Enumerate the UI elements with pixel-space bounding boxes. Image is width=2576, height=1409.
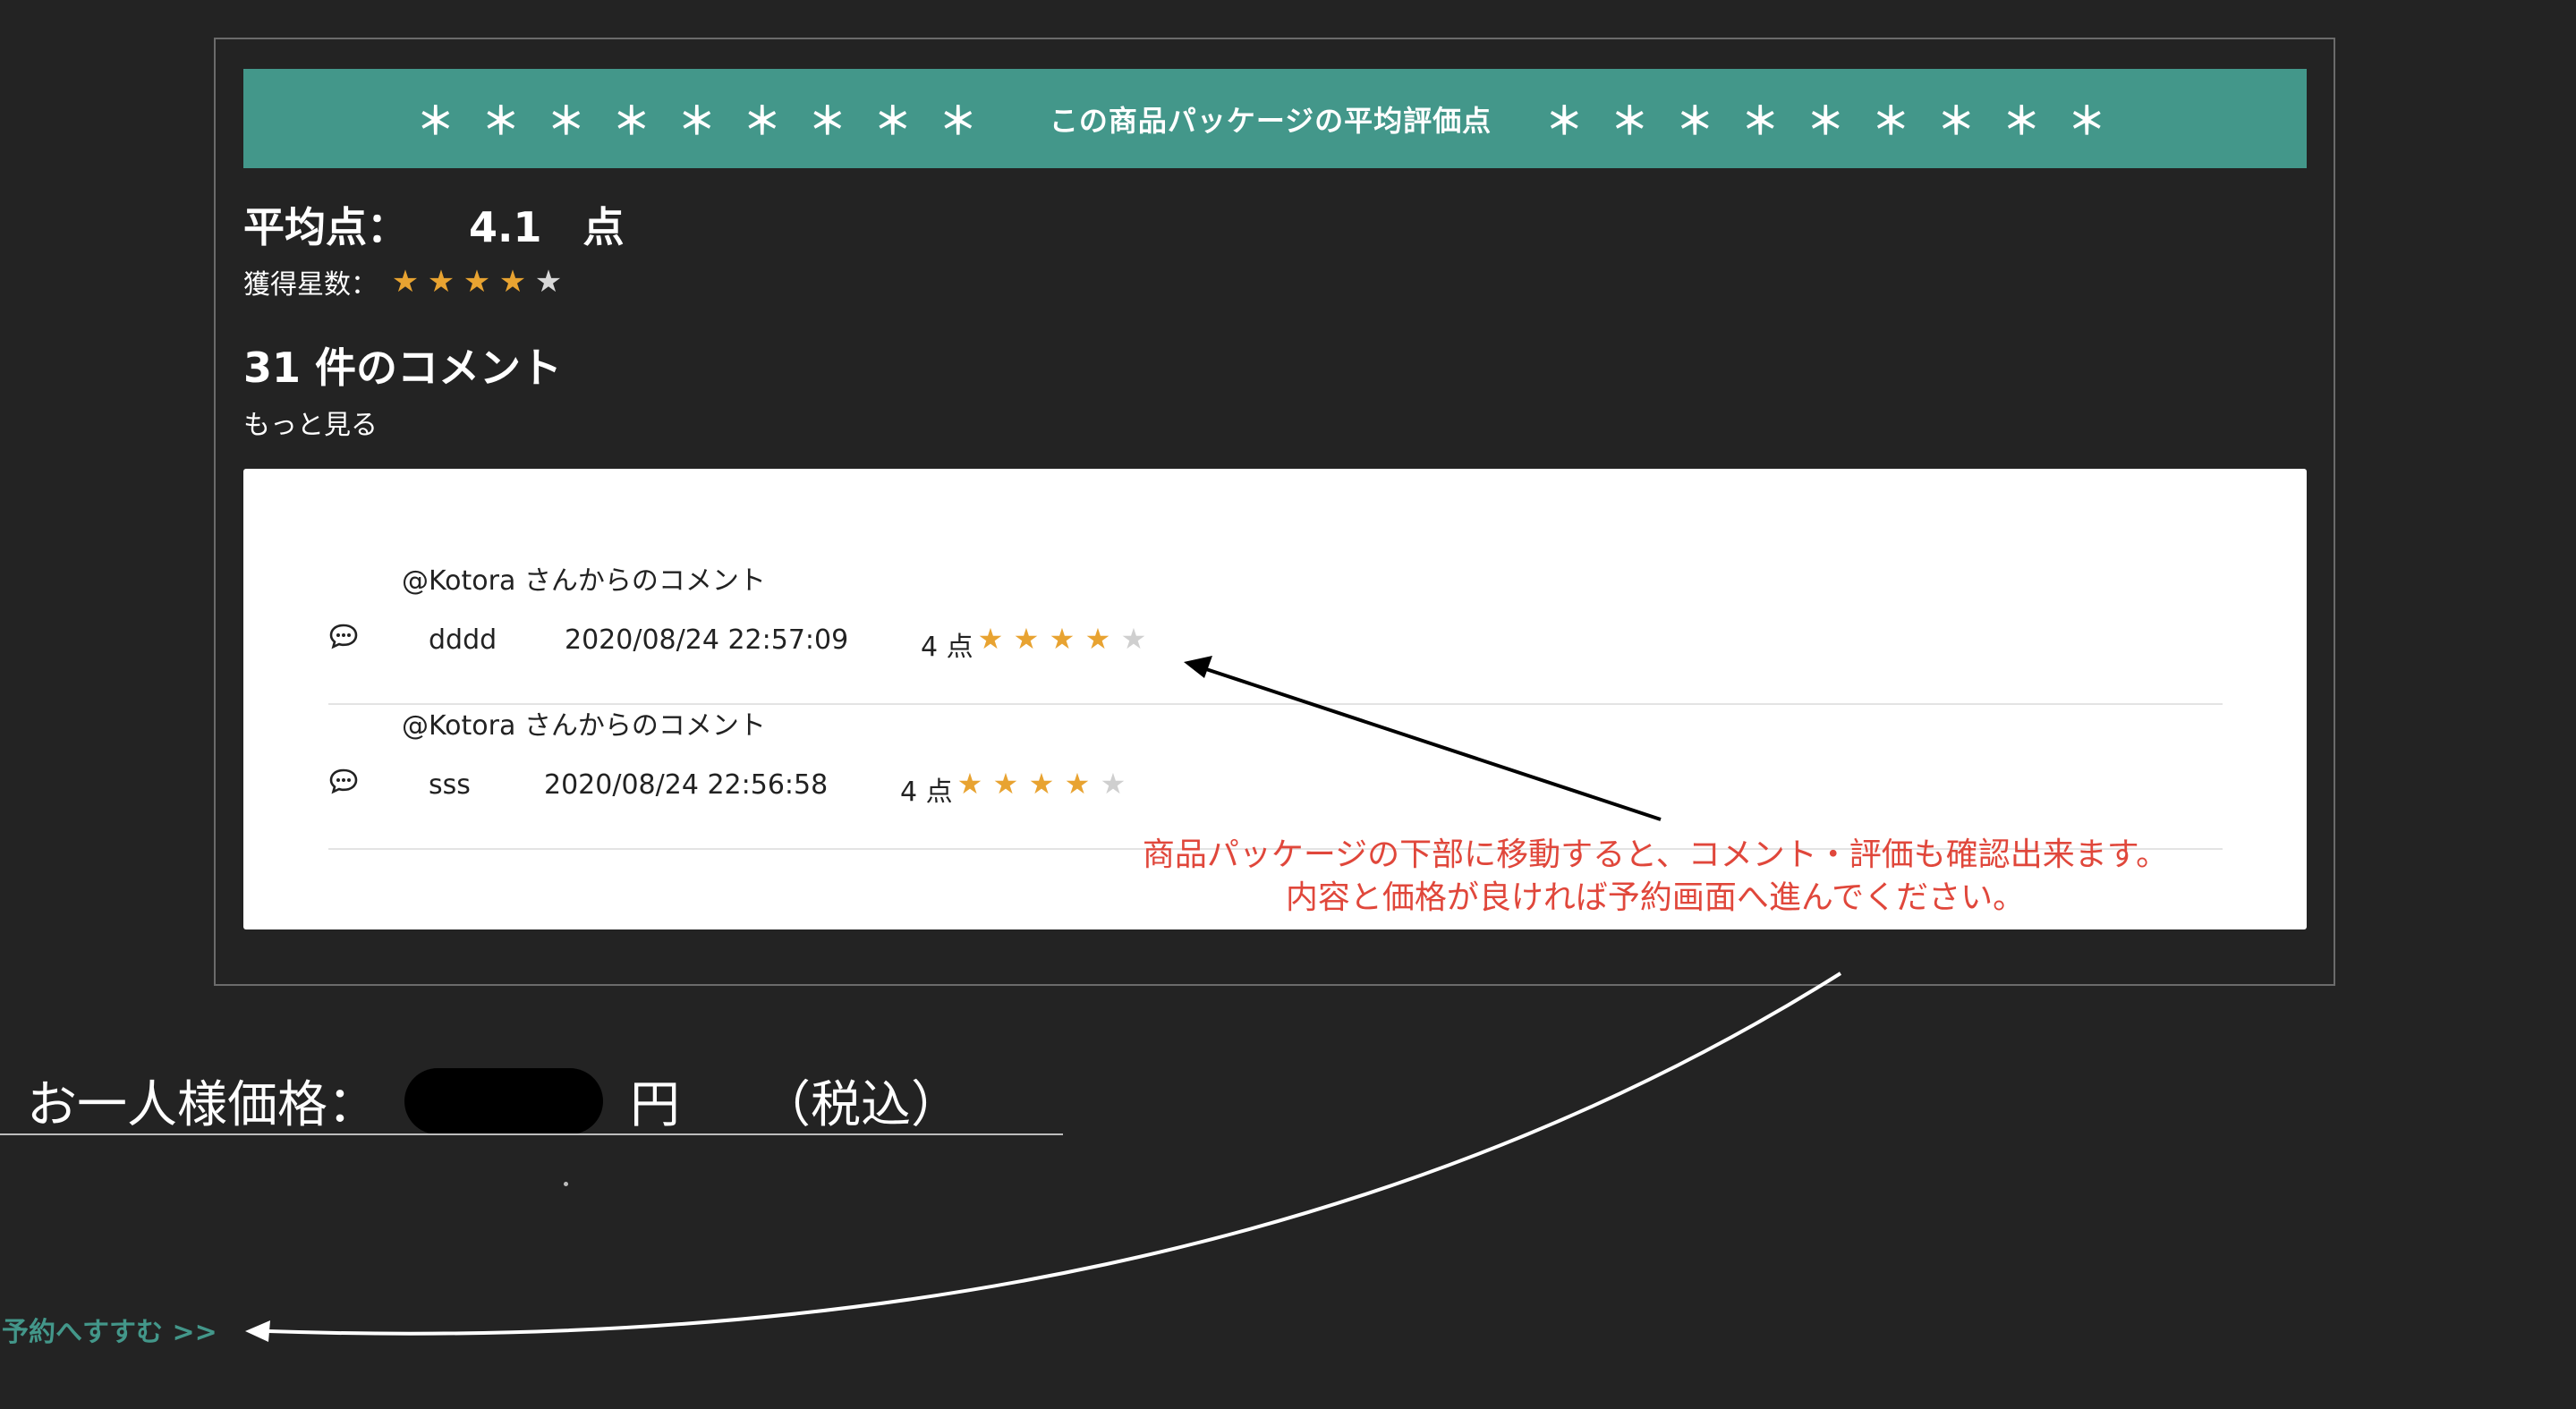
speech-bubble-icon [329,768,358,794]
redacted-price [404,1067,603,1134]
average-score-label: 平均点： [243,203,408,251]
average-score-unit: 点 [582,203,625,251]
comment-author: @Kotora さんからのコメント [402,565,766,597]
comment-datetime: 2020/08/24 22:56:58 [544,769,829,801]
star-icon: ★ [1028,767,1055,801]
more-comments-link[interactable]: もっと見る [243,403,378,442]
arrow-to-reserve [245,972,1842,1342]
comment-count: 31 件のコメント [243,344,563,392]
annotation-line-2: 内容と価格が良ければ予約画面へ進んでください。 [1285,879,2026,916]
star-icon: ★ [956,767,983,801]
star-empty-icon: ★ [534,264,563,300]
star-icon: ★ [391,264,420,300]
star-icon: ★ [1013,622,1040,656]
star-icon: ★ [992,767,1019,801]
comment-stars: ★ ★ ★ ★ ★ [976,624,1155,653]
banner-left-stars: ＊＊＊＊＊＊＊＊＊ [416,99,1005,143]
star-empty-icon: ★ [1120,622,1147,656]
average-score: 平均点： 4.1 点 [243,195,625,254]
price-label: お一人様価格： [27,1076,378,1134]
star-icon: ★ [1084,622,1111,656]
annotation-line-1: 商品パッケージの下部に移動すると、コメント・評価も確認出来ます。 [1142,836,2169,873]
reserve-link[interactable]: 予約へすすむ >> [2,1310,217,1349]
comment-item: @Kotora さんからのコメント sss 2020/08/24 22:56:5… [328,703,2223,850]
price-per-person: お一人様価格： 円 （税込） [27,1065,961,1137]
star-icon: ★ [498,264,527,300]
annotation-note: 商品パッケージの下部に移動すると、コメント・評価も確認出来ます。 内容と価格が良… [1056,834,2255,920]
rating-banner: ＊＊＊＊＊＊＊＊＊ この商品パッケージの平均評価点 ＊＊＊＊＊＊＊＊＊ [243,69,2307,168]
star-empty-icon: ★ [1100,767,1126,801]
average-score-value: 4.1 [469,203,542,251]
star-icon: ★ [1064,767,1091,801]
stray-dot [564,1182,568,1186]
comment-item: @Kotora さんからのコメント dddd 2020/08/24 22:57:… [328,558,2223,705]
star-icon: ★ [977,622,1004,656]
earned-stars-label: 獲得星数： [243,269,378,301]
star-icon: ★ [1049,622,1075,656]
comment-score: 4 点 [900,777,953,808]
comment-text: dddd [429,624,497,656]
price-divider [0,1133,1063,1135]
comment-datetime: 2020/08/24 22:57:09 [565,624,849,656]
star-icon: ★ [463,264,491,300]
comment-text: sss [429,769,471,801]
banner-right-stars: ＊＊＊＊＊＊＊＊＊ [1545,99,2134,143]
comment-score: 4 点 [921,632,973,663]
comment-author: @Kotora さんからのコメント [402,710,766,742]
price-currency: 円 [630,1076,680,1134]
earned-stars: 獲得星数： ★ ★ ★ ★ ★ [243,262,569,301]
speech-bubble-icon [329,624,358,649]
comment-stars: ★ ★ ★ ★ ★ [956,769,1135,798]
star-icon: ★ [427,264,455,300]
price-tax-note: （税込） [761,1076,961,1134]
banner-title: この商品パッケージの平均評価点 [1049,103,1492,138]
